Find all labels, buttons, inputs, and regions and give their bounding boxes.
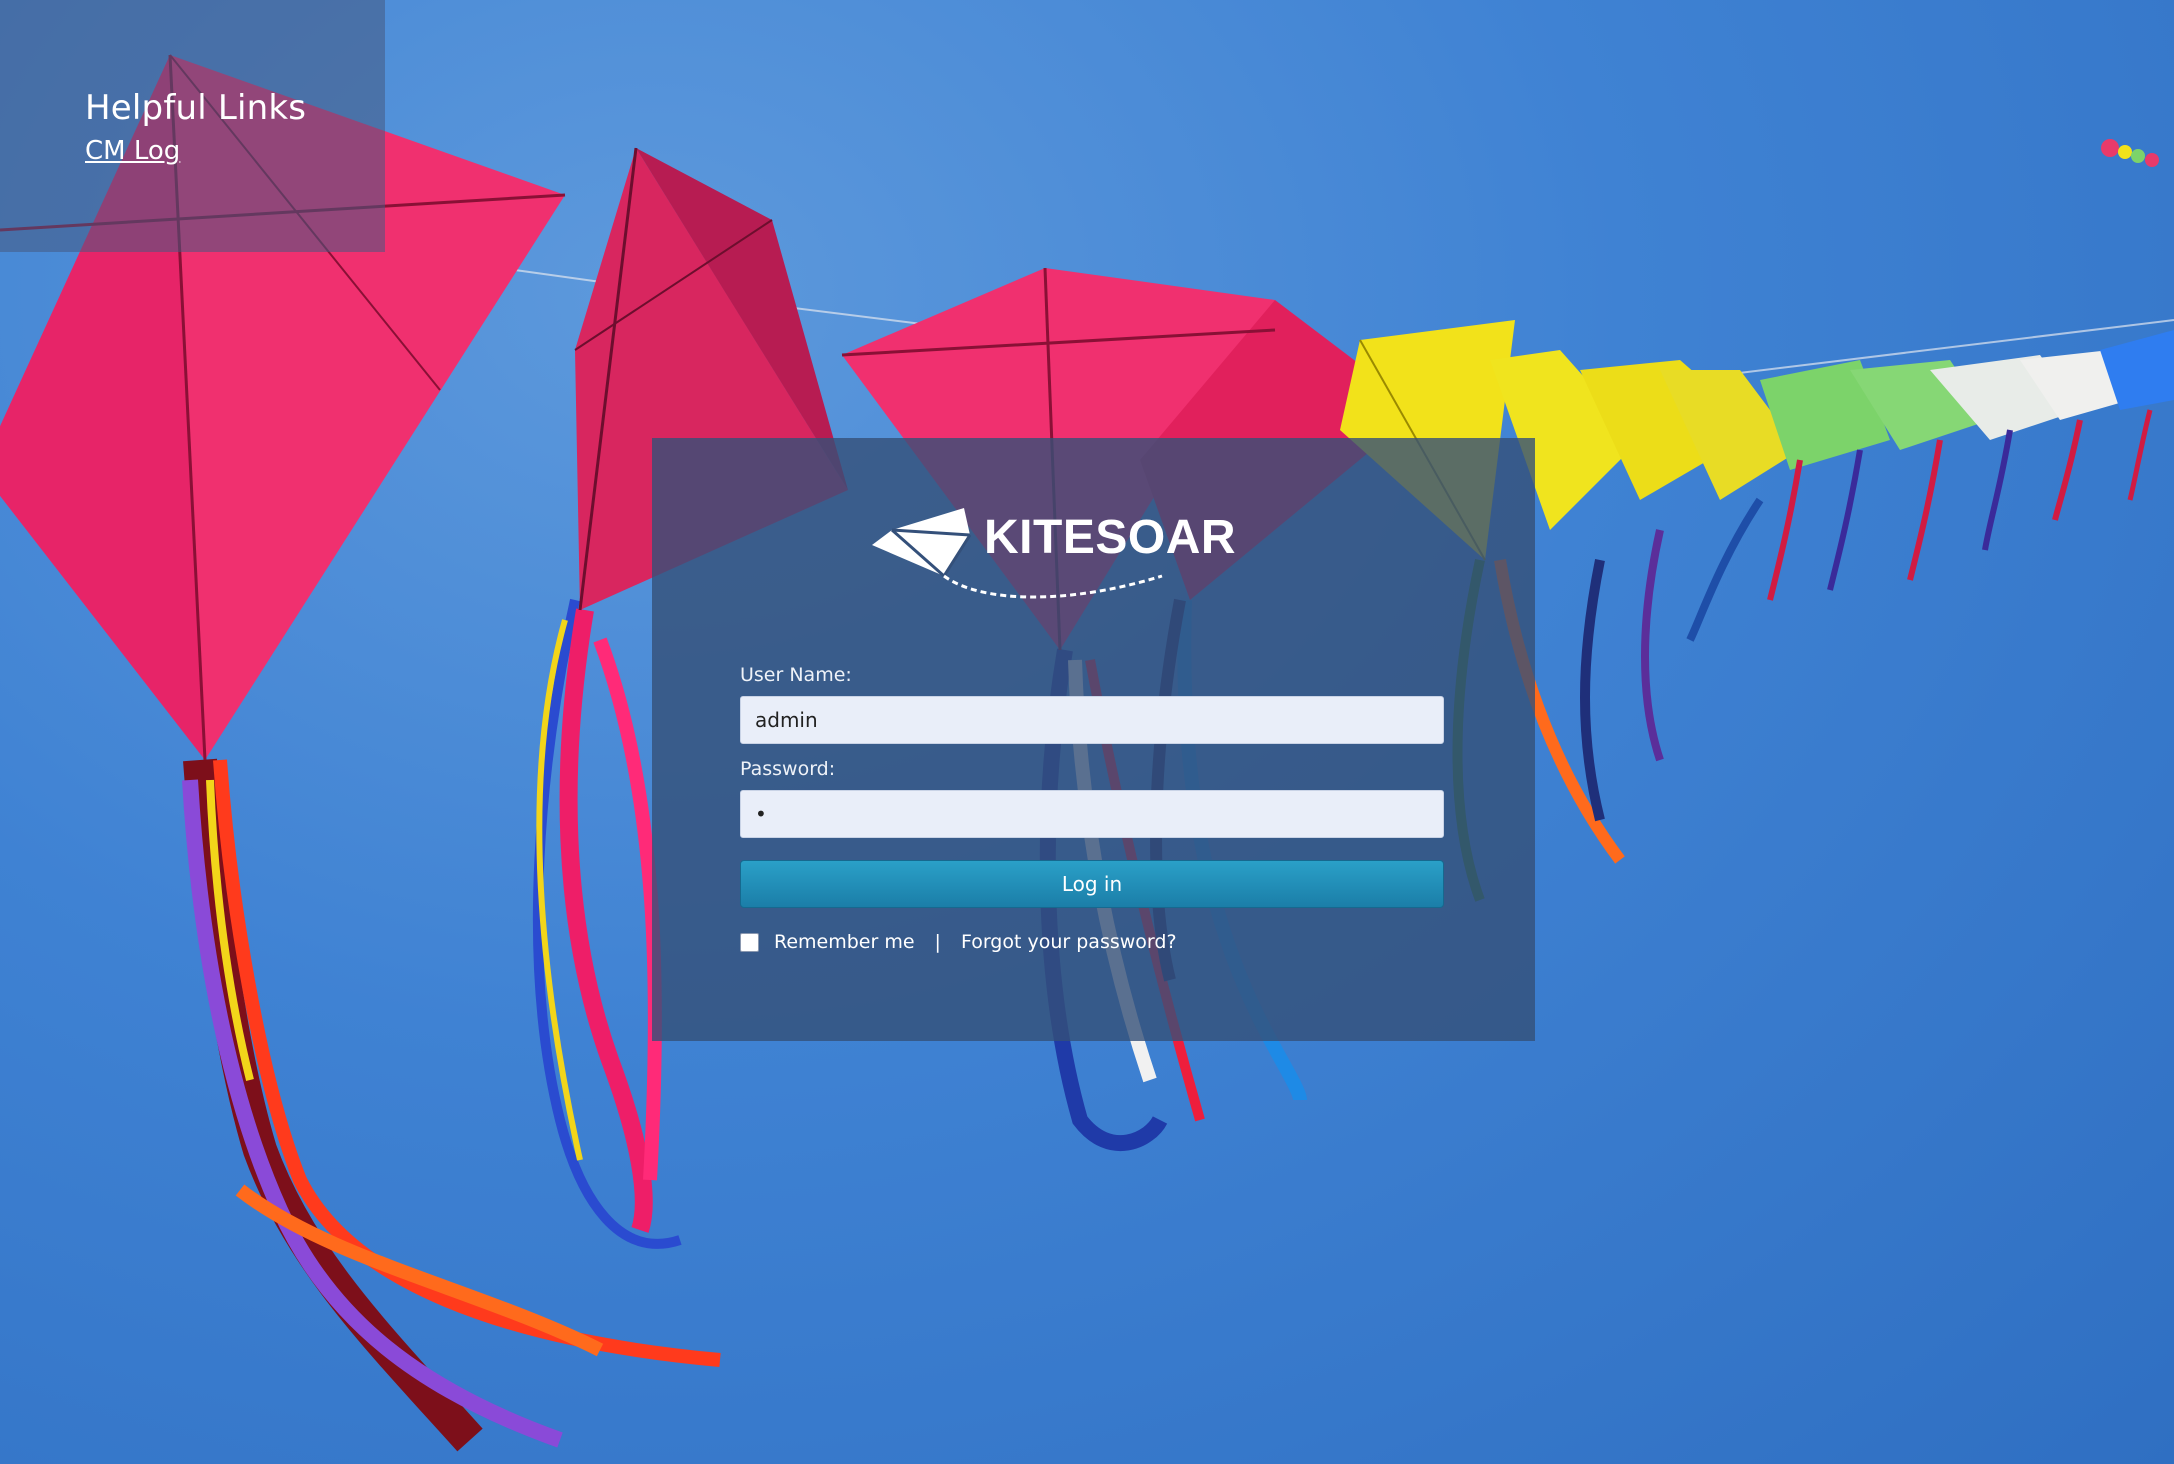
link-separator: | <box>934 931 941 953</box>
remember-me-label[interactable]: Remember me <box>774 931 915 953</box>
password-input[interactable]: • <box>740 790 1444 838</box>
remember-row: Remember me | Forgot your password? <box>740 928 1177 956</box>
cm-log-link[interactable]: CM Log <box>85 136 180 166</box>
password-label: Password: <box>740 758 836 780</box>
helpful-links-panel: Helpful Links CM Log <box>0 0 385 252</box>
remember-me-checkbox[interactable] <box>740 932 759 952</box>
username-label: User Name: <box>740 664 852 686</box>
username-input[interactable]: admin <box>740 696 1444 744</box>
login-button[interactable]: Log in <box>740 860 1444 908</box>
login-panel: KITESOAR User Name: admin Password: • Lo… <box>652 438 1535 1041</box>
forgot-password-link[interactable]: Forgot your password? <box>961 931 1177 953</box>
brand-name: KITESOAR <box>984 511 1237 564</box>
helpful-links-title: Helpful Links <box>85 88 307 128</box>
